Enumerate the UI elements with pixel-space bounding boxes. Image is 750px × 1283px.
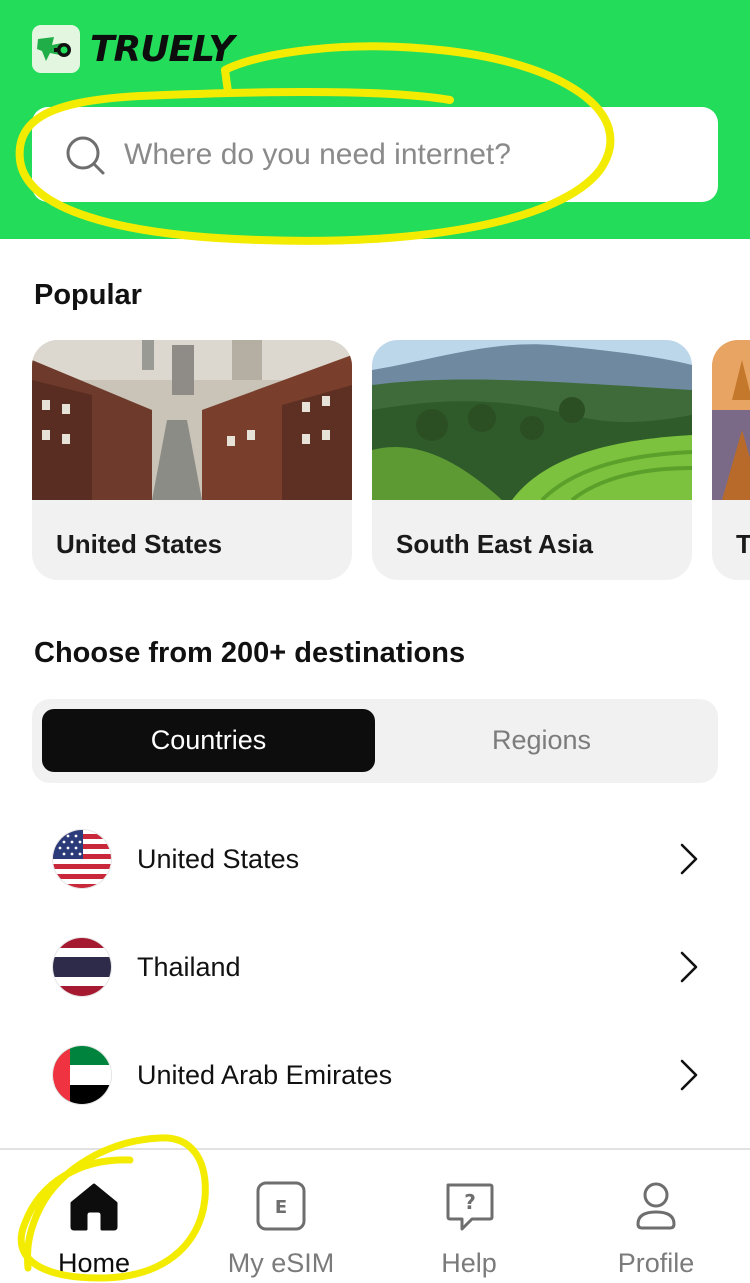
esim-icon: E [253, 1178, 309, 1234]
tab-home[interactable]: Home [19, 1150, 169, 1283]
popular-card-label: T [736, 529, 750, 559]
chevron-right-icon [680, 951, 698, 983]
popular-card-south-east-asia[interactable]: South East Asia [372, 340, 692, 580]
search-placeholder: Where do you need internet? [124, 137, 511, 171]
home-icon [66, 1178, 122, 1234]
destinations-section-title: Choose from 200+ destinations [34, 637, 466, 669]
logo-icon [32, 25, 80, 73]
regions-tab[interactable]: Regions [375, 709, 708, 772]
tab-label: Profile [617, 1248, 695, 1278]
south-east-asia-image [372, 340, 692, 500]
country-name: United States [137, 843, 300, 874]
svg-text:?: ? [464, 1190, 476, 1214]
us-flag-icon [53, 830, 111, 888]
tab-profile[interactable]: Profile [581, 1150, 731, 1283]
third-card-image [712, 340, 750, 500]
united-states-image [32, 340, 352, 500]
help-icon: ? [441, 1178, 497, 1234]
country-row-united-arab-emirates[interactable]: United Arab Emirates [0, 1021, 750, 1129]
popular-card-united-states[interactable]: United States [32, 340, 352, 580]
thailand-flag-icon [53, 938, 111, 996]
search-input[interactable]: Where do you need internet? [32, 107, 718, 202]
svg-text:E: E [275, 1197, 287, 1218]
countries-tab[interactable]: Countries [42, 709, 375, 772]
chevron-right-icon [680, 843, 698, 875]
tab-my-esim[interactable]: E My eSIM [206, 1150, 356, 1283]
country-row-thailand[interactable]: Thailand [0, 913, 750, 1021]
search-icon [64, 134, 106, 176]
profile-icon [628, 1178, 684, 1234]
app-name: TRUELY [90, 28, 235, 70]
app-logo: TRUELY [32, 25, 235, 73]
popular-card-third[interactable]: T [712, 340, 750, 580]
tab-label: My eSIM [227, 1248, 335, 1278]
tab-label: Home [57, 1248, 131, 1278]
bottom-tab-bar: Home E My eSIM ? Help Profile [0, 1148, 750, 1283]
chevron-right-icon [680, 1059, 698, 1091]
popular-card-label: United States [56, 529, 223, 559]
popular-card-label: South East Asia [396, 529, 593, 559]
country-list: United States Thailand United Arab Emira… [0, 805, 750, 1129]
tab-help[interactable]: ? Help [394, 1150, 544, 1283]
popular-section-title: Popular [34, 279, 142, 311]
uae-flag-icon [53, 1046, 111, 1104]
tab-label: Help [441, 1248, 497, 1278]
popular-carousel[interactable]: United States South East Asia T [32, 340, 750, 582]
country-name: United Arab Emirates [137, 1059, 393, 1090]
destination-type-toggle: Countries Regions [32, 699, 718, 783]
country-name: Thailand [137, 951, 241, 982]
header: TRUELY Where do you need internet? [0, 0, 750, 239]
country-row-united-states[interactable]: United States [0, 805, 750, 913]
